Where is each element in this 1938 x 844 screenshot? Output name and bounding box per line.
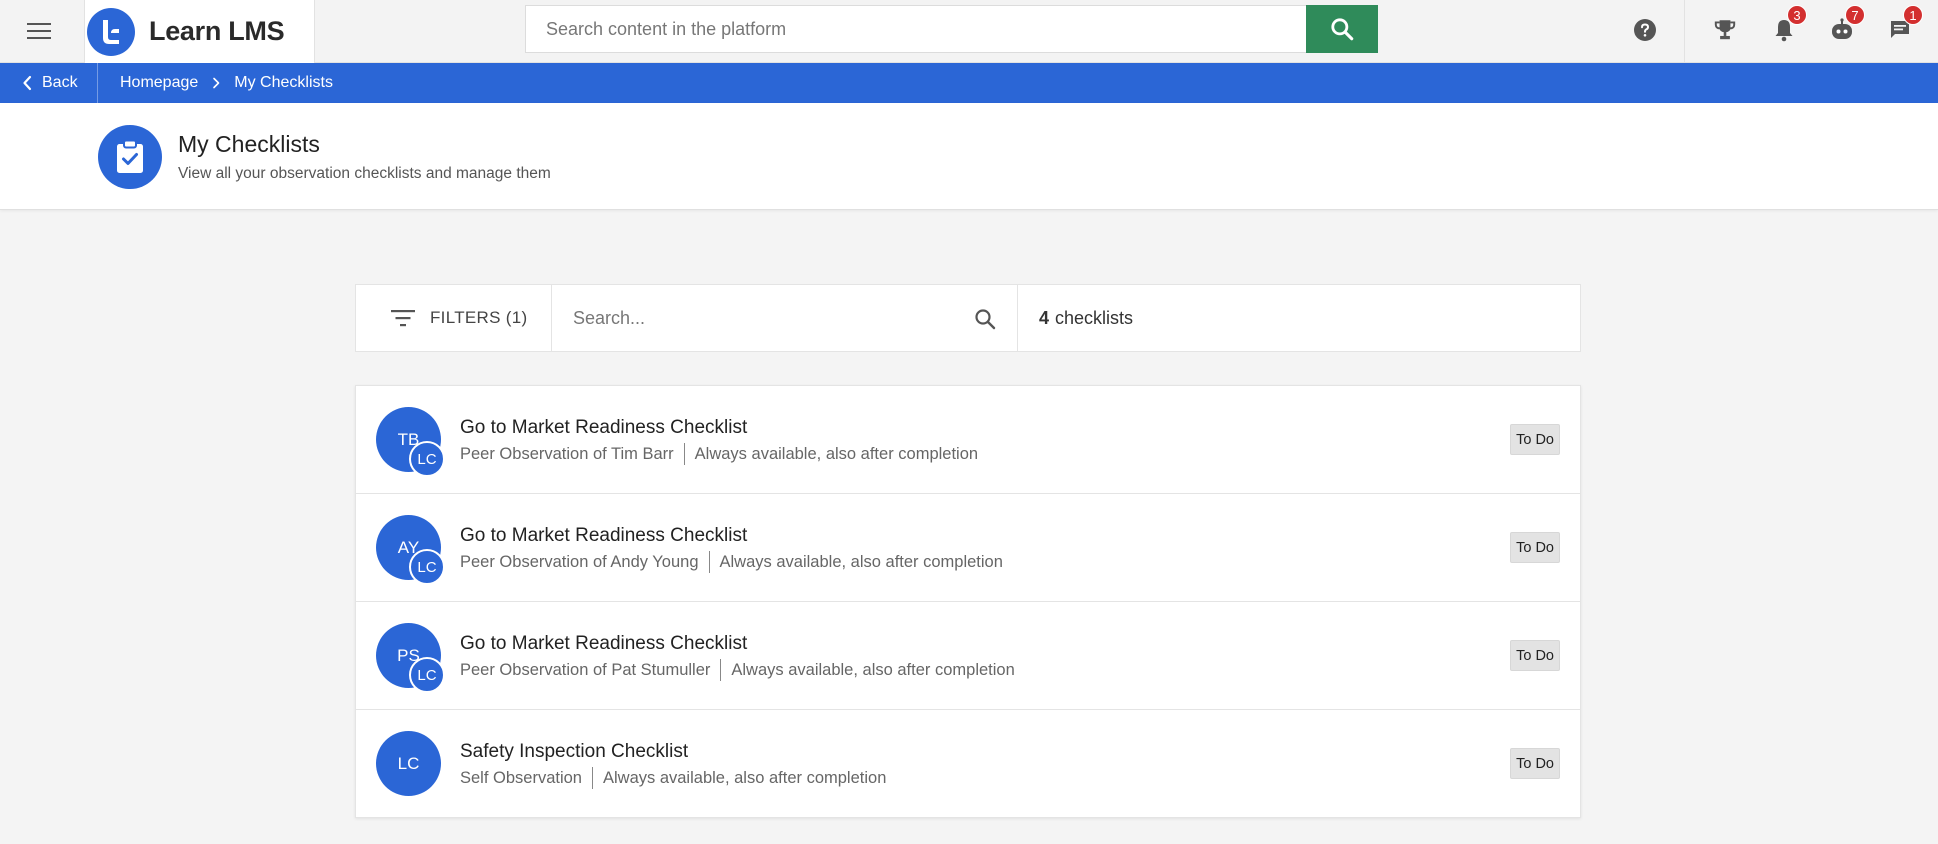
messages-badge: 1 (1903, 5, 1923, 25)
search-icon[interactable] (973, 307, 997, 331)
checklist-list: TB LC Go to Market Readiness Checklist P… (355, 385, 1581, 818)
meta-divider (708, 551, 710, 573)
global-search (525, 5, 1378, 53)
breadcrumb-homepage[interactable]: Homepage (120, 74, 198, 92)
app-name: Learn LMS (149, 16, 285, 46)
page-title: My Checklists (178, 131, 320, 157)
checklist-count-number: 4 (1039, 307, 1050, 328)
checklist-meta: Peer Observation of Tim Barr Always avai… (460, 443, 978, 465)
checklist-meta: Peer Observation of Andy Young Always av… (460, 551, 1003, 573)
observer-avatar: LC (409, 441, 445, 477)
clipboard-check-icon (98, 125, 162, 189)
top-bar: Learn LMS 3 7 1 (0, 0, 1938, 63)
checklist-count: 4 checklists (1018, 285, 1133, 351)
checklist-subject: Self Observation (460, 768, 582, 787)
global-search-input[interactable] (525, 5, 1306, 53)
checklist-meta: Self Observation Always available, also … (460, 767, 886, 789)
status-badge: To Do (1510, 748, 1560, 779)
breadcrumb-bar: Back Homepage My Checklists (0, 63, 1938, 103)
status-badge: To Do (1510, 424, 1560, 455)
back-button[interactable]: Back (0, 63, 98, 103)
observer-avatar: LC (409, 549, 445, 585)
notifications-button[interactable]: 3 (1764, 5, 1807, 50)
notifications-badge: 3 (1787, 5, 1807, 25)
checklist-search (552, 285, 1018, 351)
logo-mark-icon (87, 7, 135, 56)
meta-divider (683, 443, 685, 465)
help-icon (1634, 19, 1656, 41)
trophy-button[interactable] (1705, 10, 1745, 50)
topbar-divider (1684, 0, 1685, 63)
checklist-title: Go to Market Readiness Checklist (460, 525, 748, 546)
global-search-button[interactable] (1306, 5, 1378, 53)
checklist-subject: Peer Observation of Pat Stumuller (460, 660, 711, 679)
checklist-availability: Always available, also after completion (694, 444, 979, 463)
status-badge: To Do (1510, 640, 1560, 671)
checklist-row[interactable]: AY LC Go to Market Readiness Checklist P… (356, 494, 1580, 602)
messages-button[interactable]: 1 (1880, 5, 1923, 50)
filters-button[interactable]: FILTERS (1) (356, 285, 552, 351)
chevron-left-icon (23, 75, 32, 91)
back-label: Back (42, 74, 78, 91)
app-logo[interactable]: Learn LMS (84, 0, 315, 63)
breadcrumb: Homepage My Checklists (120, 63, 333, 103)
checklist-title: Go to Market Readiness Checklist (460, 417, 748, 438)
search-icon (1331, 18, 1354, 41)
checklist-title: Go to Market Readiness Checklist (460, 633, 748, 654)
checklist-subject: Peer Observation of Tim Barr (460, 444, 674, 463)
assistant-badge: 7 (1845, 5, 1865, 25)
checklist-toolbar: FILTERS (1) 4 checklists (355, 284, 1581, 352)
status-badge: To Do (1510, 532, 1560, 563)
meta-divider (591, 767, 593, 789)
checklist-row[interactable]: PS LC Go to Market Readiness Checklist P… (356, 602, 1580, 710)
breadcrumb-current: My Checklists (234, 74, 333, 91)
trophy-icon (1714, 20, 1736, 40)
filters-label: FILTERS (1) (430, 308, 528, 327)
hamburger-menu-icon[interactable] (22, 17, 56, 45)
help-button[interactable] (1625, 10, 1665, 50)
meta-divider (720, 659, 722, 681)
checklist-row[interactable]: LC Safety Inspection Checklist Self Obse… (356, 710, 1580, 817)
checklist-row[interactable]: TB LC Go to Market Readiness Checklist P… (356, 386, 1580, 494)
checklist-meta: Peer Observation of Pat Stumuller Always… (460, 659, 1015, 681)
checklist-title: Safety Inspection Checklist (460, 741, 689, 762)
page-subtitle: View all your observation checklists and… (178, 165, 551, 182)
checklist-subject: Peer Observation of Andy Young (460, 552, 699, 571)
checklist-availability: Always available, also after completion (731, 660, 1015, 679)
checklist-availability: Always available, also after completion (719, 552, 1003, 571)
assistant-button[interactable]: 7 (1822, 5, 1865, 50)
chevron-right-icon (212, 77, 220, 89)
checklist-availability: Always available, also after completion (602, 768, 887, 787)
filter-icon (391, 310, 415, 327)
page-header: My Checklists View all your observation … (0, 103, 1938, 210)
avatar: LC (376, 731, 441, 796)
observer-avatar: LC (409, 657, 445, 693)
checklist-count-label: checklists (1055, 307, 1134, 328)
checklist-search-input[interactable] (552, 285, 1017, 351)
